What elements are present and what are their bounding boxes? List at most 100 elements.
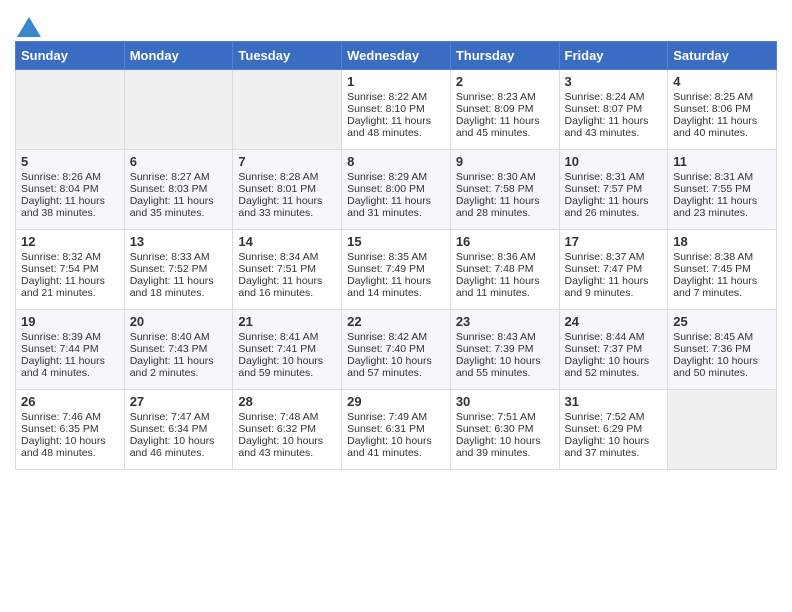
day-info: Sunrise: 7:46 AM (21, 411, 119, 423)
day-info: Daylight: 11 hours and 48 minutes. (347, 115, 445, 139)
day-number: 15 (347, 234, 445, 249)
day-info: Sunset: 7:55 PM (673, 183, 771, 195)
day-info: Daylight: 11 hours and 11 minutes. (456, 275, 554, 299)
day-number: 17 (565, 234, 663, 249)
day-info: Daylight: 11 hours and 28 minutes. (456, 195, 554, 219)
weekday-header-friday: Friday (559, 42, 668, 70)
day-info: Sunrise: 8:43 AM (456, 331, 554, 343)
day-info: Daylight: 10 hours and 48 minutes. (21, 435, 119, 459)
day-info: Sunrise: 8:33 AM (130, 251, 228, 263)
day-number: 29 (347, 394, 445, 409)
calendar-table: SundayMondayTuesdayWednesdayThursdayFrid… (15, 41, 777, 470)
day-info: Sunrise: 8:30 AM (456, 171, 554, 183)
calendar-cell: 24Sunrise: 8:44 AMSunset: 7:37 PMDayligh… (559, 310, 668, 390)
day-number: 8 (347, 154, 445, 169)
day-number: 28 (238, 394, 336, 409)
day-info: Sunset: 7:37 PM (565, 343, 663, 355)
calendar-cell (16, 70, 125, 150)
day-number: 25 (673, 314, 771, 329)
calendar-cell: 12Sunrise: 8:32 AMSunset: 7:54 PMDayligh… (16, 230, 125, 310)
day-info: Daylight: 11 hours and 18 minutes. (130, 275, 228, 299)
day-info: Daylight: 10 hours and 57 minutes. (347, 355, 445, 379)
day-info: Sunrise: 8:23 AM (456, 91, 554, 103)
day-info: Sunrise: 8:37 AM (565, 251, 663, 263)
day-info: Sunrise: 7:48 AM (238, 411, 336, 423)
day-info: Daylight: 11 hours and 7 minutes. (673, 275, 771, 299)
day-info: Sunset: 7:47 PM (565, 263, 663, 275)
day-info: Sunrise: 8:25 AM (673, 91, 771, 103)
calendar-cell: 4Sunrise: 8:25 AMSunset: 8:06 PMDaylight… (668, 70, 777, 150)
calendar-cell: 3Sunrise: 8:24 AMSunset: 8:07 PMDaylight… (559, 70, 668, 150)
calendar-cell: 17 Sunrise: 8:37 AMSunset: 7:47 PMDayligh… (559, 230, 668, 310)
weekday-header-tuesday: Tuesday (233, 42, 342, 70)
day-info: Sunset: 7:43 PM (130, 343, 228, 355)
day-info: Daylight: 11 hours and 23 minutes. (673, 195, 771, 219)
weekday-header-wednesday: Wednesday (342, 42, 451, 70)
day-number: 30 (456, 394, 554, 409)
day-info: Sunset: 6:34 PM (130, 423, 228, 435)
calendar-cell: 31Sunrise: 7:52 AMSunset: 6:29 PMDayligh… (559, 390, 668, 470)
day-info: Sunrise: 8:28 AM (238, 171, 336, 183)
calendar-cell: 5Sunrise: 8:26 AMSunset: 8:04 PMDaylight… (16, 150, 125, 230)
day-info: Sunset: 7:41 PM (238, 343, 336, 355)
calendar-week-row: 12Sunrise: 8:32 AMSunset: 7:54 PMDayligh… (16, 230, 777, 310)
calendar-cell: 18Sunrise: 8:38 AMSunset: 7:45 PMDayligh… (668, 230, 777, 310)
day-info: Sunrise: 7:49 AM (347, 411, 445, 423)
calendar-cell: 15Sunrise: 8:35 AMSunset: 7:49 PMDayligh… (342, 230, 451, 310)
weekday-header-monday: Monday (124, 42, 233, 70)
day-number: 11 (673, 154, 771, 169)
day-info: Sunrise: 8:26 AM (21, 171, 119, 183)
day-info: Daylight: 11 hours and 40 minutes. (673, 115, 771, 139)
day-info: Sunset: 7:49 PM (347, 263, 445, 275)
day-number: 21 (238, 314, 336, 329)
day-info: Sunset: 6:31 PM (347, 423, 445, 435)
day-number: 31 (565, 394, 663, 409)
day-info: Sunset: 7:44 PM (21, 343, 119, 355)
day-info: Sunrise: 8:35 AM (347, 251, 445, 263)
day-number: 20 (130, 314, 228, 329)
day-number: 2 (456, 74, 554, 89)
day-number: 5 (21, 154, 119, 169)
day-info: Sunset: 6:32 PM (238, 423, 336, 435)
calendar-cell: 10Sunrise: 8:31 AMSunset: 7:57 PMDayligh… (559, 150, 668, 230)
day-info: Daylight: 10 hours and 55 minutes. (456, 355, 554, 379)
day-info: Daylight: 10 hours and 52 minutes. (565, 355, 663, 379)
calendar-cell: 30Sunrise: 7:51 AMSunset: 6:30 PMDayligh… (450, 390, 559, 470)
day-info: Daylight: 10 hours and 46 minutes. (130, 435, 228, 459)
day-info: Sunrise: 8:22 AM (347, 91, 445, 103)
calendar-cell: 16Sunrise: 8:36 AMSunset: 7:48 PMDayligh… (450, 230, 559, 310)
day-number: 7 (238, 154, 336, 169)
day-info: Daylight: 10 hours and 37 minutes. (565, 435, 663, 459)
day-info: Daylight: 11 hours and 33 minutes. (238, 195, 336, 219)
day-info: Daylight: 11 hours and 2 minutes. (130, 355, 228, 379)
logo (15, 16, 41, 37)
day-info: Daylight: 11 hours and 9 minutes. (565, 275, 663, 299)
day-info: Daylight: 11 hours and 21 minutes. (21, 275, 119, 299)
day-info: Daylight: 10 hours and 50 minutes. (673, 355, 771, 379)
calendar-cell: 23Sunrise: 8:43 AMSunset: 7:39 PMDayligh… (450, 310, 559, 390)
day-info: Sunset: 8:04 PM (21, 183, 119, 195)
day-info: Daylight: 10 hours and 59 minutes. (238, 355, 336, 379)
day-info: Sunrise: 7:52 AM (565, 411, 663, 423)
day-info: Daylight: 11 hours and 26 minutes. (565, 195, 663, 219)
day-info: Sunrise: 8:40 AM (130, 331, 228, 343)
day-number: 4 (673, 74, 771, 89)
day-info: Daylight: 10 hours and 43 minutes. (238, 435, 336, 459)
day-info: Daylight: 11 hours and 31 minutes. (347, 195, 445, 219)
day-info: Sunset: 8:07 PM (565, 103, 663, 115)
weekday-header-thursday: Thursday (450, 42, 559, 70)
day-number: 19 (21, 314, 119, 329)
calendar-week-row: 5 Sunrise: 8:26 AMSunset: 8:04 PM Daylight… (16, 150, 777, 230)
day-info: Sunset: 7:57 PM (565, 183, 663, 195)
day-number: 22 (347, 314, 445, 329)
calendar-cell: 27Sunrise: 7:47 AMSunset: 6:34 PMDayligh… (124, 390, 233, 470)
calendar-cell: 29Sunrise: 7:49 AMSunset: 6:31 PMDayligh… (342, 390, 451, 470)
calendar-week-row: 19Sunrise: 8:39 AMSunset: 7:44 PMDayligh… (16, 310, 777, 390)
day-info: Daylight: 11 hours and 16 minutes. (238, 275, 336, 299)
day-info: Sunrise: 8:45 AM (673, 331, 771, 343)
day-info: Sunset: 8:00 PM (347, 183, 445, 195)
day-info: Sunrise: 8:29 AM (347, 171, 445, 183)
calendar-cell: 26Sunrise: 7:46 AMSunset: 6:35 PMDayligh… (16, 390, 125, 470)
day-info: Sunset: 8:03 PM (130, 183, 228, 195)
calendar-cell (668, 390, 777, 470)
